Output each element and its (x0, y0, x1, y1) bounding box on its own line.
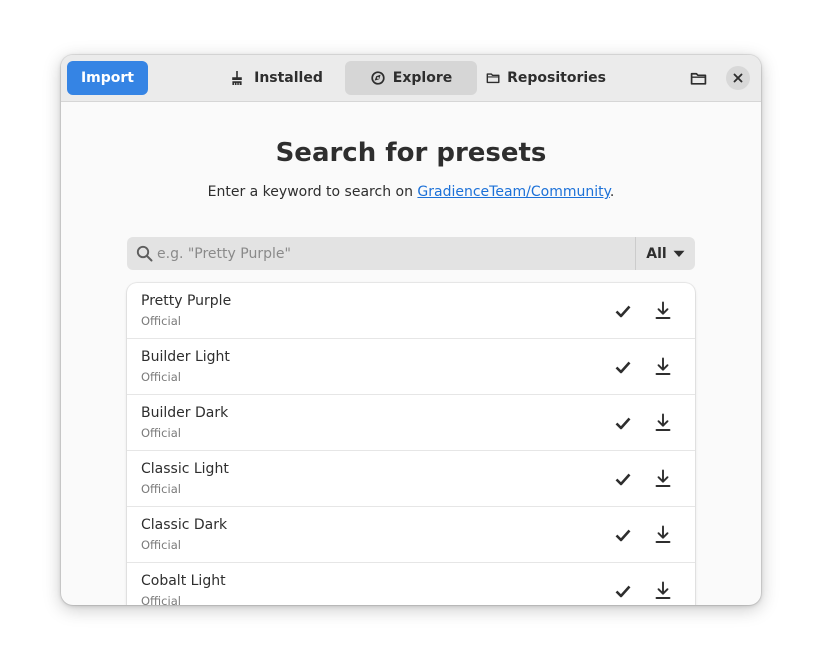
download-icon[interactable] (654, 357, 672, 376)
list-item: Classic Dark Official (127, 507, 695, 563)
compass-icon (371, 71, 385, 85)
tab-label: Repositories (507, 70, 606, 86)
preset-source: Official (141, 314, 181, 328)
preset-source: Official (141, 370, 181, 384)
checkmark-icon (615, 417, 631, 430)
tab-repositories[interactable]: Repositories (486, 61, 606, 95)
open-folder-button[interactable] (685, 65, 711, 91)
chevron-down-icon (673, 250, 685, 257)
app-window: Import Installed Explore Repositories Se… (61, 55, 761, 605)
tab-explore[interactable]: Explore (345, 61, 477, 95)
checkmark-icon (615, 305, 631, 318)
subtitle-text: Enter a keyword to search on (207, 184, 418, 200)
preset-name: Builder Dark (141, 405, 229, 421)
preset-source: Official (141, 538, 181, 552)
import-button[interactable]: Import (67, 61, 148, 95)
preset-source: Official (141, 482, 181, 496)
preset-name: Builder Light (141, 349, 230, 365)
search-bar: All (127, 237, 695, 270)
list-item: Classic Light Official (127, 451, 695, 507)
explore-page: Search for presets Enter a keyword to se… (61, 102, 761, 605)
headerbar: Import Installed Explore Repositories (61, 55, 761, 102)
tab-label: Installed (254, 70, 323, 86)
page-subtitle: Enter a keyword to search on GradienceTe… (61, 184, 761, 200)
repository-link[interactable]: GradienceTeam/Community (417, 184, 610, 200)
preset-name: Pretty Purple (141, 293, 232, 309)
preset-source: Official (141, 426, 181, 440)
download-icon[interactable] (654, 413, 672, 432)
filter-dropdown[interactable]: All (636, 237, 695, 270)
preset-name: Classic Dark (141, 517, 228, 533)
preset-name: Classic Light (141, 461, 229, 477)
list-item: Builder Light Official (127, 339, 695, 395)
checkmark-icon (615, 361, 631, 374)
subtitle-suffix: . (609, 184, 615, 200)
checkmark-icon (615, 529, 631, 542)
download-icon[interactable] (654, 525, 672, 544)
download-icon[interactable] (654, 301, 672, 320)
list-item: Builder Dark Official (127, 395, 695, 451)
list-item: Pretty Purple Official (127, 283, 695, 339)
preset-name: Cobalt Light (141, 573, 226, 589)
brush-icon (232, 71, 242, 85)
close-icon (733, 73, 743, 83)
tab-label: Explore (392, 70, 453, 86)
folder-icon (690, 72, 706, 85)
checkmark-icon (615, 473, 631, 486)
checkmark-icon (615, 585, 631, 598)
folder-icon (486, 73, 500, 84)
search-input[interactable] (157, 237, 627, 270)
search-icon (136, 245, 153, 262)
list-item: Cobalt Light Official (127, 563, 695, 605)
tab-installed[interactable]: Installed (226, 61, 328, 95)
download-icon[interactable] (654, 581, 672, 600)
close-button[interactable] (726, 66, 750, 90)
filter-value: All (646, 245, 667, 262)
preset-list: Pretty Purple Official Builder Light Off… (127, 283, 695, 605)
download-icon[interactable] (654, 469, 672, 488)
page-title: Search for presets (275, 138, 547, 168)
preset-source: Official (141, 594, 181, 605)
